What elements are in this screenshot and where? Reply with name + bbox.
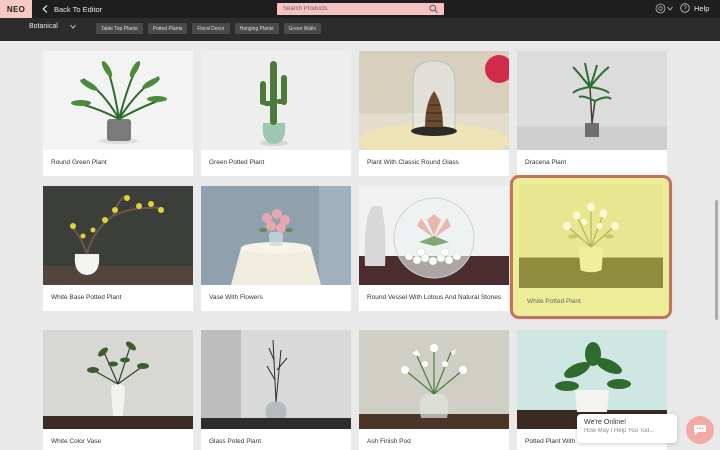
- chevron-down-icon: [667, 6, 673, 11]
- category-dropdown[interactable]: Botanical: [29, 23, 76, 30]
- product-image: [359, 51, 509, 150]
- chat-popup[interactable]: We're Online! How May I Help You Tod...: [577, 414, 677, 443]
- product-image: [359, 330, 509, 429]
- product-image: [359, 186, 509, 285]
- help-label: Help: [694, 3, 710, 13]
- tab-floral-decor[interactable]: Floral Decor: [192, 23, 230, 34]
- product-name: Vase With Flowers: [209, 294, 263, 301]
- tab-green-walls[interactable]: Green Walls: [283, 23, 321, 34]
- tab-potted-plants[interactable]: Potted Plants: [147, 23, 188, 34]
- page-scrollbar[interactable]: [715, 200, 718, 320]
- subcategory-tabs: Table Top Plants Potted Plants Floral De…: [96, 23, 321, 34]
- help-icon: ?: [680, 3, 690, 13]
- category-bar: Botanical Table Top Plants Potted Plants…: [0, 18, 720, 41]
- tab-table-top-plants[interactable]: Table Top Plants: [96, 23, 143, 34]
- tab-hanging-plants[interactable]: Hanging Plants: [234, 23, 279, 34]
- product-card-glass-poted-plant[interactable]: Glass Poted Plant: [201, 330, 351, 450]
- chevron-left-icon: [42, 5, 48, 13]
- product-name: Green Potted Plant: [209, 159, 265, 166]
- search-bar: [277, 3, 444, 15]
- svg-text:?: ?: [683, 6, 687, 12]
- product-image: [43, 51, 193, 150]
- product-image: [201, 51, 351, 150]
- product-card-white-color-vase[interactable]: White Color Vase: [43, 330, 193, 450]
- help-button[interactable]: ? Help: [680, 3, 709, 13]
- product-name: Dracena Plant: [525, 159, 567, 166]
- product-name: White Base Potted Plant: [51, 294, 122, 301]
- gear-icon: [655, 3, 666, 14]
- product-image: [43, 186, 193, 285]
- chat-title: We're Online!: [584, 419, 627, 426]
- product-card-round-vessel-with-lotous[interactable]: Round Vessel With Lotous And Natural Sto…: [359, 186, 509, 311]
- product-name: White Color Vase: [51, 438, 102, 445]
- product-name: Glass Poted Plant: [209, 438, 262, 445]
- chat-button[interactable]: [686, 416, 714, 444]
- product-card-white-base-potted-plant[interactable]: White Base Potted Plant: [43, 186, 193, 311]
- product-card-round-green-plant[interactable]: Round Green Plant: [43, 51, 193, 176]
- back-to-editor-button[interactable]: Back To Editor: [42, 0, 102, 18]
- search-input[interactable]: [283, 6, 429, 12]
- product-card-white-potted-plant[interactable]: White Potted Plant: [510, 175, 672, 319]
- product-card-green-potted-plant[interactable]: Green Potted Plant: [201, 51, 351, 176]
- back-to-editor-label: Back To Editor: [54, 4, 103, 14]
- search-icon[interactable]: [429, 4, 438, 14]
- product-card-ash-finish-pod[interactable]: Ash Finish Pod: [359, 330, 509, 450]
- product-card-vase-with-flowers[interactable]: Vase With Flowers: [201, 186, 351, 311]
- top-bar: NEO Back To Editor ? Help: [0, 0, 720, 18]
- product-name: Plant With Classic Round Glass: [367, 159, 459, 166]
- product-image: [517, 51, 667, 150]
- product-name: Round Green Plant: [51, 159, 107, 166]
- product-name: Ash Finish Pod: [367, 438, 411, 445]
- chat-subtitle: How May I Help You Tod...: [584, 428, 655, 434]
- settings-menu[interactable]: [655, 3, 673, 14]
- product-image: [201, 186, 351, 285]
- chevron-down-icon: [69, 24, 76, 29]
- product-image: [43, 330, 193, 429]
- product-card-dracena-plant[interactable]: Dracena Plant: [517, 51, 667, 176]
- product-card-plant-with-classic-round-glass[interactable]: Plant With Classic Round Glass: [359, 51, 509, 176]
- product-image: [519, 184, 663, 288]
- product-name: White Potted Plant: [527, 298, 581, 305]
- category-label: Botanical: [29, 23, 58, 30]
- chat-icon: [694, 425, 706, 435]
- logo[interactable]: NEO: [0, 0, 32, 18]
- product-name: Round Vessel With Lotous And Natural Sto…: [367, 294, 502, 301]
- product-image: [201, 330, 351, 429]
